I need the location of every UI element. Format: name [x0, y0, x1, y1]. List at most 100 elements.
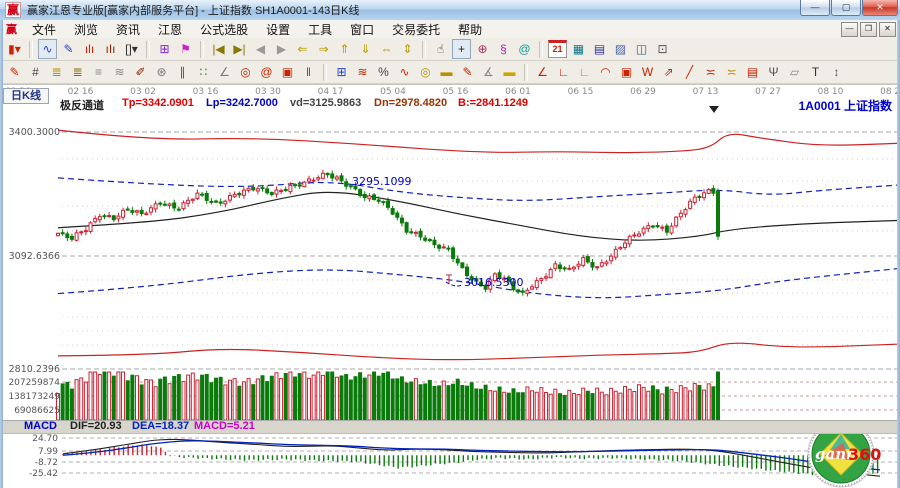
- formula-edit-icon[interactable]: ✎: [59, 39, 78, 59]
- channel-line-top-pressure-line: [58, 130, 897, 152]
- circle-rays-icon[interactable]: ⊛: [152, 62, 171, 82]
- toolbar-separator: [524, 64, 528, 81]
- menu-item-3[interactable]: 江恩: [149, 23, 191, 37]
- zoom-out-h-icon[interactable]: ⇔: [377, 39, 396, 59]
- next-bar-icon[interactable]: ▶: [272, 39, 291, 59]
- pan-up-icon[interactable]: ⇑: [335, 39, 354, 59]
- maximize-button[interactable]: ▢: [831, 0, 861, 16]
- gann-box-icon[interactable]: ▣: [278, 62, 297, 82]
- prev-bar-icon[interactable]: ◀: [251, 39, 270, 59]
- arch-icon[interactable]: ◠: [596, 62, 615, 82]
- title-bar[interactable]: 赢 赢家江恩专业版[赢家内部服务平台] - 上证指数 SH1A0001-143日…: [0, 0, 900, 21]
- window-title: 赢家江恩专业版[赢家内部服务平台] - 上证指数 SH1A0001-143日K线: [27, 2, 360, 18]
- crosshair-icon[interactable]: +: [452, 39, 471, 59]
- matrix-icon[interactable]: ⊞: [332, 62, 351, 82]
- minimize-button[interactable]: —: [800, 0, 830, 16]
- percent-icon[interactable]: %: [374, 62, 393, 82]
- pen2-icon[interactable]: ✎: [458, 62, 477, 82]
- percent-lines-icon[interactable]: ≡: [89, 62, 108, 82]
- menu-item-8[interactable]: 交易委托: [383, 23, 449, 37]
- grid-tool-icon[interactable]: #: [26, 62, 45, 82]
- wheel-gold-icon[interactable]: ◎: [416, 62, 435, 82]
- multi-view-icon[interactable]: ⊞: [155, 39, 174, 59]
- gann-target-icon[interactable]: ◎: [236, 62, 255, 82]
- fan-red-icon[interactable]: ≋: [353, 62, 372, 82]
- close-button[interactable]: ✕: [862, 0, 898, 16]
- date-label-8: 06 01: [505, 87, 531, 97]
- toolbar-separator: [323, 64, 327, 81]
- save-icon[interactable]: ◫: [632, 39, 651, 59]
- angle-red-icon[interactable]: ∠: [533, 62, 552, 82]
- measure-icon[interactable]: ↕: [827, 62, 846, 82]
- period-menu-icon[interactable]: []▾: [122, 39, 141, 59]
- menu-item-4[interactable]: 公式选股: [191, 23, 257, 37]
- menu-item-9[interactable]: 帮助: [449, 23, 491, 37]
- hand-tool-icon[interactable]: ☝: [431, 39, 450, 59]
- date-label-3: 03 16: [193, 87, 219, 97]
- angle-gold-icon[interactable]: ∟: [575, 62, 594, 82]
- calculator-icon[interactable]: ▦: [569, 39, 588, 59]
- last-bar-icon[interactable]: ▶|: [230, 39, 249, 59]
- resistance-icon[interactable]: ≍: [701, 62, 720, 82]
- support-icon[interactable]: ≍: [722, 62, 741, 82]
- time-divider-icon[interactable]: ∷: [194, 62, 213, 82]
- price-axis-label-2: 2810.2396: [9, 364, 60, 375]
- draw-flag-icon[interactable]: ⚑: [176, 39, 195, 59]
- calendar-icon[interactable]: 21: [548, 40, 567, 58]
- golden-grid-icon[interactable]: ≣: [47, 62, 66, 82]
- gold-bar-icon[interactable]: ▬: [500, 62, 519, 82]
- indicator-value-0: Tp=3342.0901: [122, 97, 194, 109]
- workstation-icon[interactable]: ⊡: [653, 39, 672, 59]
- wave-icon[interactable]: W: [638, 62, 657, 82]
- zoom-in-v-icon[interactable]: ⇕: [398, 39, 417, 59]
- formula-tool-icon[interactable]: §: [494, 39, 513, 59]
- kline-period-icon[interactable]: ▮▾: [5, 39, 24, 59]
- volume-pane-icon[interactable]: ılı: [80, 39, 99, 59]
- angle-tool-icon[interactable]: ∠: [215, 62, 234, 82]
- diagonal-icon[interactable]: ╱: [680, 62, 699, 82]
- menu-item-0[interactable]: 文件: [23, 23, 65, 37]
- snapshot-icon[interactable]: ▨: [611, 39, 630, 59]
- menu-items: 文件浏览资讯江恩公式选股设置工具窗口交易委托帮助: [23, 21, 491, 38]
- pan-down-icon[interactable]: ⇓: [356, 39, 375, 59]
- gann-spiral-icon[interactable]: @: [257, 62, 276, 82]
- golden-grid2-icon[interactable]: ≣: [68, 62, 87, 82]
- mdi-close-button[interactable]: ✕: [879, 22, 896, 37]
- zoom-select-icon[interactable]: ⊕: [473, 39, 492, 59]
- menu-item-2[interactable]: 资讯: [107, 23, 149, 37]
- menu-item-6[interactable]: 工具: [299, 23, 341, 37]
- main-chart-icon[interactable]: ∿: [38, 39, 57, 59]
- date-label-1: 02 16: [68, 87, 94, 97]
- angle-avg-icon[interactable]: ∡: [479, 62, 498, 82]
- menu-item-5[interactable]: 设置: [257, 23, 299, 37]
- pitchfork-icon[interactable]: Ψ: [764, 62, 783, 82]
- menu-bar: 赢 文件浏览资讯江恩公式选股设置工具窗口交易委托帮助 —❐✕: [0, 20, 900, 39]
- curve-icon[interactable]: ∿: [395, 62, 414, 82]
- menu-item-1[interactable]: 浏览: [65, 23, 107, 37]
- spiral-tool-icon[interactable]: @: [515, 39, 534, 59]
- notebook-icon[interactable]: ▤: [590, 39, 609, 59]
- macd-label-strip[interactable]: MACD DIF=20.93 DEA=18.37 MACD=5.21: [0, 420, 900, 434]
- indicator-value-4: B:=2841.1249: [458, 97, 528, 109]
- right-angle-icon[interactable]: ∟: [554, 62, 573, 82]
- vertical-lines-icon[interactable]: ∥: [173, 62, 192, 82]
- trend-arrow-icon[interactable]: ⇗: [659, 62, 678, 82]
- draw-pen-icon[interactable]: ✎: [5, 62, 24, 82]
- band-icon[interactable]: ▤: [743, 62, 762, 82]
- pan-right-icon[interactable]: ⇒: [314, 39, 333, 59]
- pan-left-icon[interactable]: ⇐: [293, 39, 312, 59]
- kline-marks-icon[interactable]: ‖: [299, 62, 318, 82]
- menu-item-7[interactable]: 窗口: [341, 23, 383, 37]
- channel-box-icon[interactable]: ▣: [617, 62, 636, 82]
- mdi-minimize-button[interactable]: —: [841, 22, 858, 37]
- brush-icon[interactable]: ✐: [131, 62, 150, 82]
- indicator-pane-icon[interactable]: ıIı: [101, 39, 120, 59]
- macd-dif-value: DIF=20.93: [70, 420, 122, 432]
- ruler-icon[interactable]: ▱: [785, 62, 804, 82]
- gold-line-icon[interactable]: ▬: [437, 62, 456, 82]
- first-bar-icon[interactable]: |◀: [209, 39, 228, 59]
- text-tool-icon[interactable]: T: [806, 62, 825, 82]
- mdi-restore-button[interactable]: ❐: [860, 22, 877, 37]
- fan-lines-icon[interactable]: ≋: [110, 62, 129, 82]
- indicator-header: 极反通道Tp=3342.0901Lp=3242.7000vd=3125.9863…: [0, 97, 900, 109]
